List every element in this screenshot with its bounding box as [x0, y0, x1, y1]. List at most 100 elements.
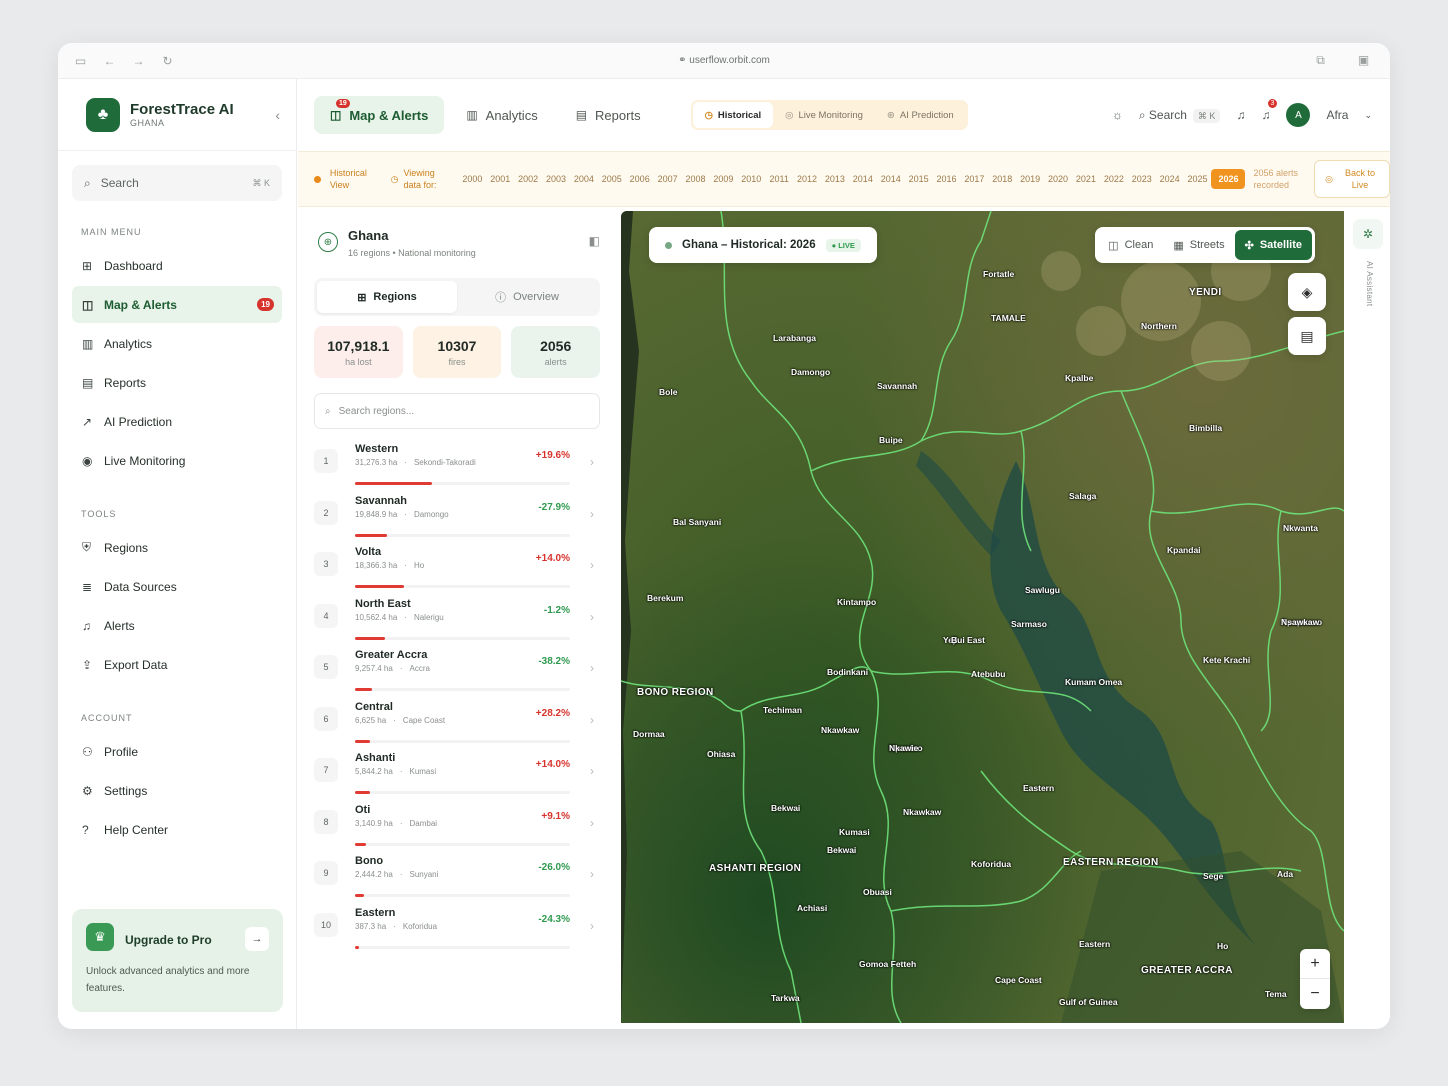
year-option[interactable]: 2010 — [737, 169, 765, 189]
region-row[interactable]: 1 Western 31,276.3 ha · Sekondi-Takoradi +19.… — [298, 443, 616, 495]
region-row[interactable]: 7 Ashanti 5,844.2 ha · Kumasi +14.0% › — [298, 752, 616, 804]
account-title: ACCOUNT — [81, 713, 133, 723]
sidebar-item-ai-prediction[interactable]: ↗ AI Prediction — [72, 403, 282, 440]
mode-historical[interactable]: ◷ Historical — [692, 102, 774, 128]
mode-ai-prediction[interactable]: ⊛ AI Prediction — [875, 102, 966, 128]
arrow-right-icon[interactable]: → — [245, 927, 269, 951]
map-place-label: Damongo — [791, 367, 831, 377]
tab-analytics[interactable]: ▥ Analytics — [450, 96, 553, 134]
mode-live-monitoring[interactable]: ◎ Live Monitoring — [773, 102, 875, 128]
year-option[interactable]: 2017 — [960, 169, 988, 189]
rank-number: 3 — [314, 552, 338, 576]
zoom-out-button[interactable]: − — [1300, 979, 1330, 1009]
year-option[interactable]: 2022 — [1100, 169, 1128, 189]
reload-icon[interactable]: ↻ — [153, 54, 182, 68]
layers-button[interactable]: ◈ — [1288, 273, 1326, 311]
notifications-button[interactable]: ♫ 3 — [1261, 99, 1278, 122]
style-label: Clean — [1124, 239, 1154, 251]
sparkle-icon[interactable]: ✲ — [1353, 219, 1383, 249]
region-row[interactable]: 9 Bono 2,444.2 ha · Sunyani -26.0% › — [298, 855, 616, 907]
year-option[interactable]: 2002 — [514, 169, 542, 189]
year-option[interactable]: 2026 — [1211, 169, 1246, 189]
ai-icon: ⊛ — [886, 109, 895, 121]
year-option[interactable]: 2004 — [570, 169, 598, 189]
year-option[interactable]: 2019 — [1016, 169, 1044, 189]
year-option[interactable]: 2001 — [486, 169, 514, 189]
avatar[interactable]: A — [1286, 103, 1311, 127]
back-to-live-button[interactable]: ◎ Back to Live — [1314, 160, 1390, 198]
region-row[interactable]: 6 Central 6,625 ha · Cape Coast +28.2% › — [298, 701, 616, 753]
sidebar-item-alerts[interactable]: ♫ Alerts — [72, 607, 282, 644]
legend-button[interactable]: ▤ — [1288, 317, 1326, 355]
chevron-down-icon[interactable]: ⌄ — [1364, 110, 1372, 121]
zoom-in-button[interactable]: + — [1300, 949, 1330, 979]
region-row[interactable]: 3 Volta 18,366.3 ha · Ho +14.0% › — [298, 546, 616, 598]
loss-bar-fill — [355, 533, 388, 537]
region-row[interactable]: 2 Savannah 19,848.9 ha · Damongo -27.9% › — [298, 495, 616, 547]
style-streets[interactable]: ▦ Streets — [1163, 230, 1234, 260]
year-option[interactable]: 2005 — [598, 169, 626, 189]
forward-icon[interactable]: → — [124, 54, 153, 68]
satellite-map[interactable]: Fortatle YENDI TAMALE Northern Larabanga Damo… — [621, 211, 1344, 1023]
eye-icon: ◎ — [1325, 173, 1333, 184]
sidebar-item-live-monitoring[interactable]: ◉ Live Monitoring — [72, 442, 282, 479]
sidebar-toggle-icon[interactable]: ▭ — [66, 54, 95, 68]
year-option[interactable]: 2014 — [849, 169, 877, 189]
year-option[interactable]: 2020 — [1044, 169, 1072, 189]
sidebar-item-export-data[interactable]: ⇪ Export Data — [72, 646, 282, 683]
sidebar-item-profile[interactable]: ⚇ Profile — [72, 733, 282, 770]
map-place-label: Kpalbe — [1065, 373, 1094, 383]
year-option[interactable]: 2006 — [626, 169, 654, 189]
year-option[interactable]: 2021 — [1072, 169, 1100, 189]
year-option[interactable]: 2025 — [1184, 169, 1212, 189]
style-clean[interactable]: ◫ Clean — [1098, 230, 1163, 260]
bell-icon[interactable]: ♫ — [1236, 108, 1245, 122]
year-option[interactable]: 2024 — [1156, 169, 1184, 189]
sidebar-item-data-sources[interactable]: ≣ Data Sources — [72, 568, 282, 605]
style-satellite[interactable]: ✣ Satellite — [1234, 230, 1312, 260]
top-search[interactable]: ⌕ Search ⌘ K — [1139, 108, 1221, 123]
share-icon[interactable]: ⧉ — [1306, 53, 1335, 68]
year-option[interactable]: 2000 — [458, 169, 486, 189]
year-option[interactable]: 2007 — [654, 169, 682, 189]
tab-reports[interactable]: ▤ Reports — [560, 96, 657, 134]
year-option[interactable]: 2011 — [765, 169, 793, 189]
sidebar-item-help-center[interactable]: ? Help Center — [72, 811, 282, 848]
year-option[interactable]: 2003 — [542, 169, 570, 189]
user-name[interactable]: Afra — [1326, 108, 1348, 122]
sun-icon[interactable]: ☼ — [1112, 108, 1123, 122]
back-icon[interactable]: ← — [95, 54, 124, 68]
year-option[interactable]: 2013 — [821, 169, 849, 189]
sidebar-item-settings[interactable]: ⚙ Settings — [72, 772, 282, 809]
url-text[interactable]: userflow.orbit.com — [689, 55, 770, 66]
year-option[interactable]: 2018 — [988, 169, 1016, 189]
region-row[interactable]: 5 Greater Accra 9,257.4 ha · Accra -38.2% › — [298, 649, 616, 701]
tab-map-alerts[interactable]: ◫ 19 Map & Alerts — [314, 96, 445, 134]
collapse-sidebar-icon[interactable]: ‹ — [275, 107, 280, 123]
sidebar-item-reports[interactable]: ▤ Reports — [72, 364, 282, 401]
sidebar-item-analytics[interactable]: ▥ Analytics — [72, 325, 282, 362]
sidebar-search[interactable]: ⌕ Search ⌘ K — [72, 165, 282, 201]
collapse-panel-icon[interactable]: ◧ — [589, 234, 600, 248]
tabs-icon[interactable]: ▣ — [1349, 53, 1378, 68]
tab-overview[interactable]: ⓘ Overview — [457, 281, 597, 313]
year-option[interactable]: 2012 — [793, 169, 821, 189]
year-option[interactable]: 2015 — [905, 169, 933, 189]
year-option[interactable]: 2023 — [1128, 169, 1156, 189]
notifications-badge: 3 — [1267, 99, 1278, 108]
tab-regions[interactable]: ⊞ Regions — [317, 281, 457, 313]
sidebar-item-regions[interactable]: ⛨ Regions — [72, 529, 282, 566]
region-row[interactable]: 10 Eastern 387.3 ha · Koforidua -24.3% › — [298, 907, 616, 959]
year-option[interactable]: 2016 — [933, 169, 961, 189]
region-search-input[interactable]: ⌕ Search regions... — [314, 393, 600, 429]
year-option[interactable]: 2008 — [682, 169, 710, 189]
ai-assistant-label[interactable]: AI Assistant — [1362, 261, 1374, 306]
sidebar-item-map-alerts[interactable]: ◫ Map & Alerts 19 — [72, 286, 282, 323]
year-option[interactable]: 2009 — [709, 169, 737, 189]
region-row[interactable]: 8 Oti 3,140.9 ha · Dambai +9.1% › — [298, 804, 616, 856]
year-option[interactable]: 2014 — [877, 169, 905, 189]
upgrade-card[interactable]: ♛ Upgrade to Pro → Unlock advanced analy… — [72, 909, 283, 1012]
map-place-label: Larabanga — [773, 333, 816, 343]
region-row[interactable]: 4 North East 10,562.4 ha · Nalerigu -1.2% › — [298, 598, 616, 650]
sidebar-item-dashboard[interactable]: ⊞ Dashboard — [72, 247, 282, 284]
